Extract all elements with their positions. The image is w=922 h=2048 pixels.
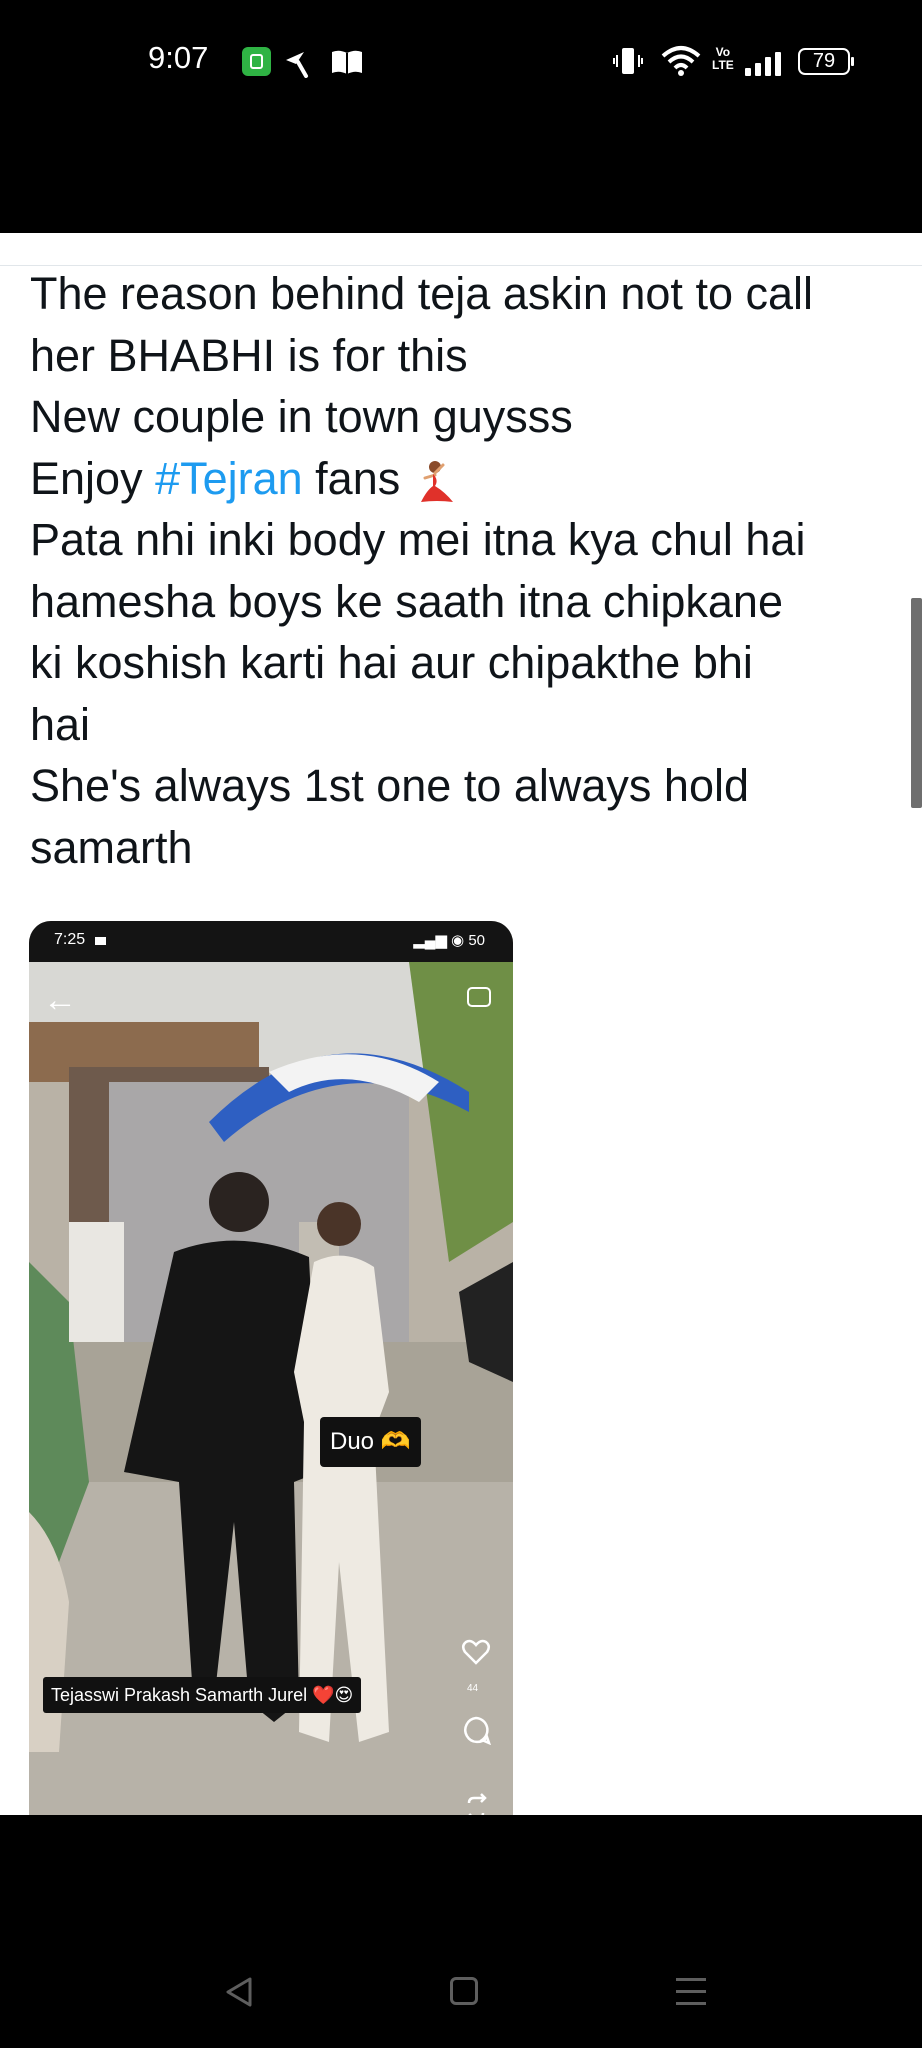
media-status-bar: 7:25 ▂▄▆ ◉ 50 bbox=[29, 921, 513, 962]
back-triangle-icon[interactable] bbox=[222, 1975, 256, 2009]
enjoy-suffix: fans bbox=[302, 452, 401, 504]
media-status-time: 7:25 bbox=[54, 931, 86, 948]
scrollbar[interactable] bbox=[911, 598, 922, 808]
book-icon bbox=[332, 50, 362, 74]
recents-menu-icon[interactable] bbox=[676, 1978, 706, 2006]
tweet-line: samarth bbox=[30, 821, 193, 873]
like-icon[interactable] bbox=[461, 1637, 491, 1667]
wifi-icon bbox=[661, 46, 701, 76]
tweet-line-hashtag: Enjoy #Tejran fans bbox=[30, 448, 900, 510]
vibrate-icon bbox=[613, 48, 643, 74]
media-battery: 50 bbox=[468, 932, 485, 949]
antenna-icon bbox=[286, 52, 308, 78]
tweet-line: She's always 1st one to always hold bbox=[30, 760, 749, 811]
camera-icon[interactable] bbox=[467, 987, 491, 1007]
tweet-media-image[interactable]: 7:25 ▂▄▆ ◉ 50 ← Duo 🫶 44 Tejasswi Prakas… bbox=[29, 921, 513, 1815]
volte-bottom-label: LTE bbox=[712, 58, 734, 72]
volte-icon: Vo LTE bbox=[712, 46, 734, 72]
comment-icon[interactable] bbox=[461, 1715, 491, 1745]
tweet-line: New couple in town guysss bbox=[30, 391, 573, 442]
status-time: 9:07 bbox=[148, 40, 209, 75]
names-caption: Tejasswi Prakash Samarth Jurel ❤️😍 bbox=[43, 1677, 362, 1713]
dancer-emoji bbox=[420, 460, 453, 502]
tweet-detail: The reason behind teja askin not to call… bbox=[0, 233, 922, 1815]
repost-icon[interactable] bbox=[461, 1793, 491, 1815]
tweet-line: her BHABHI is for this bbox=[30, 329, 468, 381]
enjoy-prefix: Enjoy bbox=[30, 452, 156, 504]
media-status-icons: ▂▄▆ ◉ 50 bbox=[413, 932, 485, 949]
signal-icon bbox=[745, 50, 785, 76]
back-arrow-icon[interactable]: ← bbox=[43, 981, 77, 1020]
tweet-line: hai bbox=[30, 698, 91, 750]
tweet-line: Pata nhi inki body mei itna kya chul hai bbox=[30, 514, 806, 565]
recording-icon bbox=[95, 937, 106, 945]
navigation-bar bbox=[0, 1815, 922, 2048]
tweet-text: The reason behind teja askin not to call… bbox=[30, 263, 900, 878]
duo-sticker: Duo 🫶 bbox=[320, 1417, 421, 1467]
status-bar: 9:07 Vo LTE 79 bbox=[0, 0, 922, 233]
battery-icon: 79 bbox=[798, 48, 854, 75]
tweet-line: ki koshish karti hai aur chipakthe bhi bbox=[30, 637, 753, 688]
tweet-line: The reason behind teja askin not to call bbox=[30, 268, 813, 319]
like-count: 44 bbox=[467, 1683, 479, 1694]
app-icon bbox=[242, 47, 271, 76]
home-square-icon[interactable] bbox=[450, 1977, 478, 2005]
tweet-line: hamesha boys ke saath itna chipkane bbox=[30, 575, 783, 627]
hashtag-link[interactable]: #Tejran bbox=[155, 453, 303, 504]
